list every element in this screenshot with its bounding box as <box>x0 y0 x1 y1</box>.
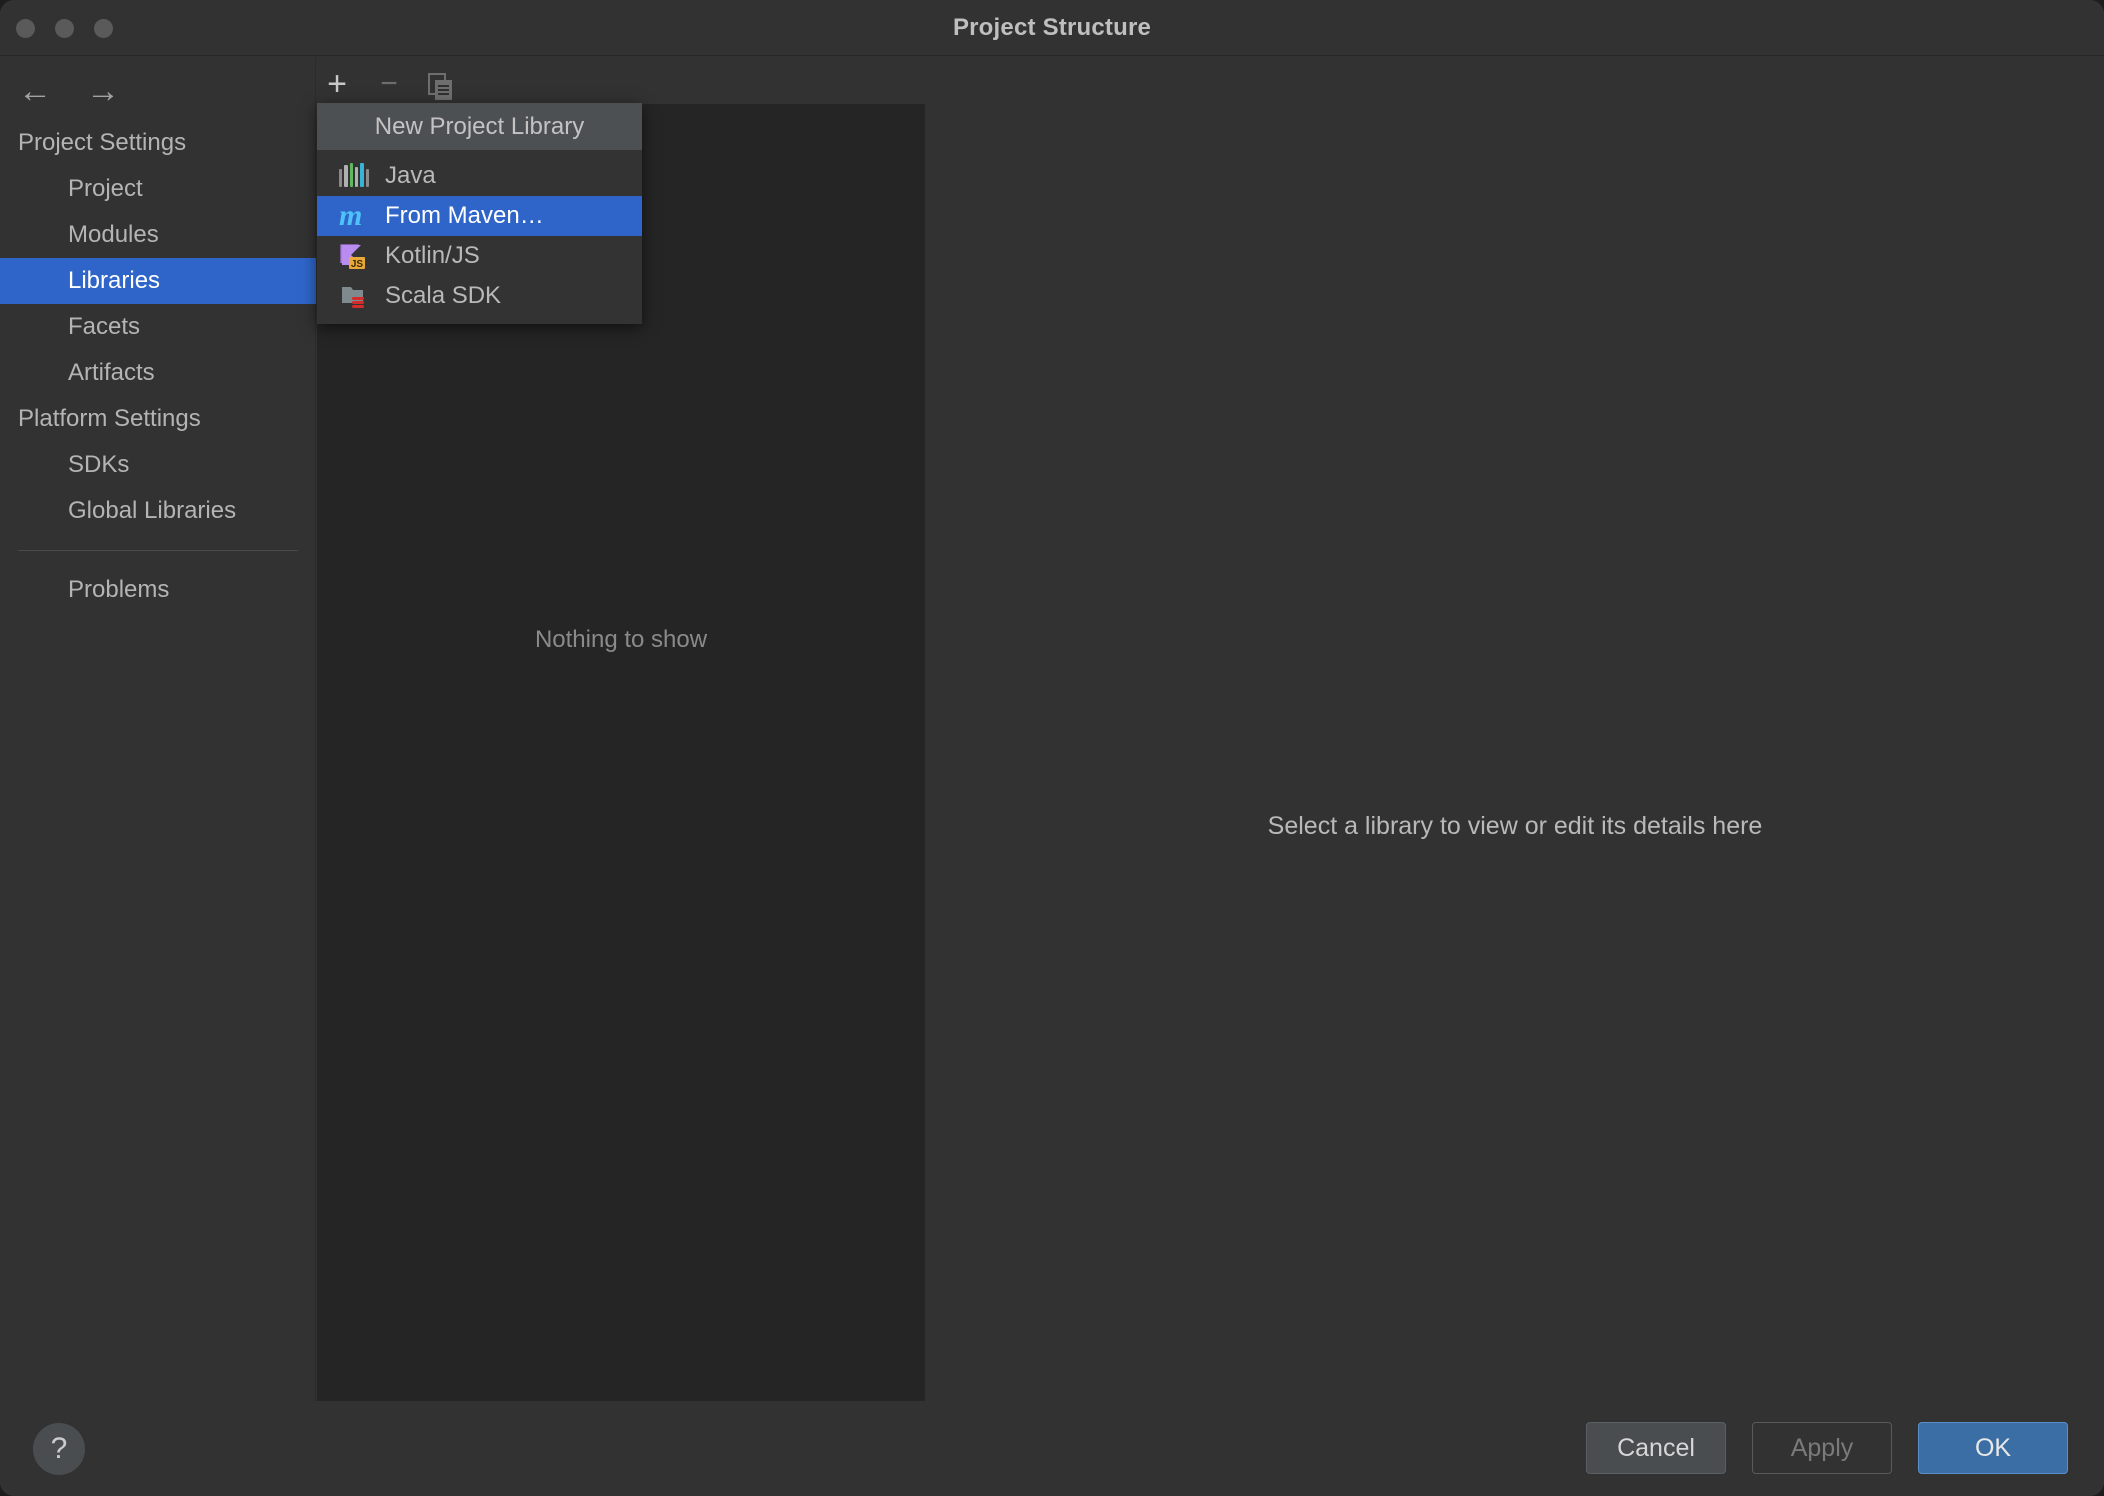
popup-menu-items: Java m From Maven… JS Kotlin/JS <box>317 150 642 324</box>
sidebar-item-modules[interactable]: Modules <box>0 212 316 258</box>
popup-menu-header: New Project Library <box>317 103 642 150</box>
new-project-library-popup: New Project Library Java m <box>317 103 642 324</box>
sidebar-group-platform-settings: Platform Settings <box>0 396 316 442</box>
sidebar-item-artifacts[interactable]: Artifacts <box>0 350 316 396</box>
dialog-footer: ? Cancel Apply OK <box>0 1401 2104 1496</box>
add-library-button[interactable]: + <box>317 65 357 105</box>
sidebar-group-project-settings: Project Settings <box>0 120 316 166</box>
scala-sdk-icon <box>339 281 369 311</box>
cancel-button[interactable]: Cancel <box>1586 1422 1726 1474</box>
copy-library-button[interactable] <box>421 65 461 105</box>
project-structure-dialog: Project Structure ← → Project Settings P… <box>0 0 2104 1496</box>
empty-list-message: Nothing to show <box>317 626 925 654</box>
maven-icon: m <box>339 201 369 231</box>
detail-placeholder-message: Select a library to view or edit its det… <box>926 812 2104 841</box>
sidebar-item-global-libraries[interactable]: Global Libraries <box>0 488 316 534</box>
sidebar-divider <box>18 550 298 551</box>
menu-item-label: Java <box>385 162 436 190</box>
menu-item-kotlin-js[interactable]: JS Kotlin/JS <box>317 236 642 276</box>
sidebar-item-libraries[interactable]: Libraries <box>0 258 316 304</box>
kotlin-js-icon: JS <box>339 241 369 271</box>
menu-item-label: From Maven… <box>385 202 544 230</box>
java-library-icon <box>339 161 369 191</box>
menu-item-java[interactable]: Java <box>317 156 642 196</box>
window-title: Project Structure <box>0 0 2104 56</box>
remove-library-button[interactable]: − <box>369 65 409 105</box>
help-button[interactable]: ? <box>33 1423 85 1475</box>
apply-button[interactable]: Apply <box>1752 1422 1892 1474</box>
sidebar-item-sdks[interactable]: SDKs <box>0 442 316 488</box>
sidebar-item-problems[interactable]: Problems <box>0 567 316 613</box>
settings-sidebar: ← → Project Settings Project Modules Lib… <box>0 57 316 1496</box>
navigation-arrows: ← → <box>18 75 120 109</box>
menu-item-label: Scala SDK <box>385 282 501 310</box>
forward-arrow-icon[interactable]: → <box>86 75 120 109</box>
library-toolbar: + − <box>317 57 2104 103</box>
ok-button[interactable]: OK <box>1918 1422 2068 1474</box>
menu-item-label: Kotlin/JS <box>385 242 480 270</box>
title-bar: Project Structure <box>0 0 2104 56</box>
menu-item-scala-sdk[interactable]: Scala SDK <box>317 276 642 316</box>
menu-item-from-maven[interactable]: m From Maven… <box>317 196 642 236</box>
sidebar-item-facets[interactable]: Facets <box>0 304 316 350</box>
dialog-action-buttons: Cancel Apply OK <box>1586 1422 2068 1474</box>
library-detail-panel: Select a library to view or edit its det… <box>926 104 2104 1401</box>
back-arrow-icon[interactable]: ← <box>18 75 52 109</box>
svg-text:JS: JS <box>351 259 364 270</box>
sidebar-item-project[interactable]: Project <box>0 166 316 212</box>
sidebar-item-list: Project Settings Project Modules Librari… <box>0 120 316 613</box>
copy-icon <box>428 73 454 101</box>
